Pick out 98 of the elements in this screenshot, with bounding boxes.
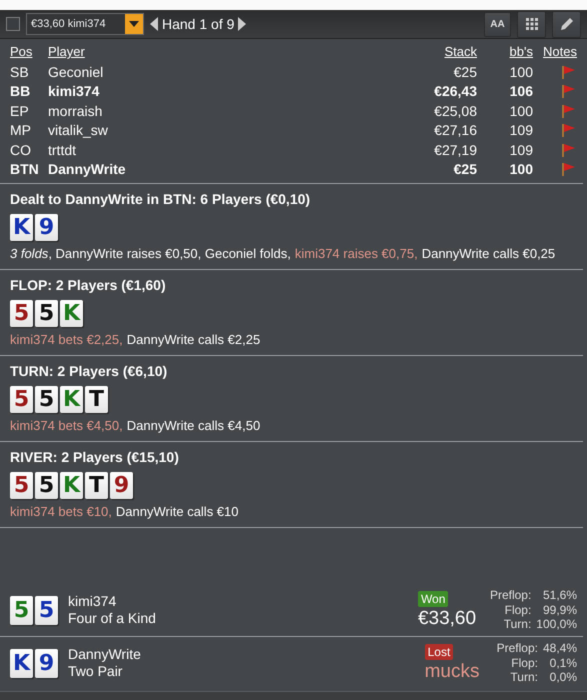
column-header[interactable]: Player [48, 43, 397, 62]
position-cell-text: BTN [10, 160, 40, 178]
playing-card: 5 [35, 472, 58, 498]
action-text: 3 folds, DannyWrite raises €0,50, Geconiel folds, [10, 246, 291, 260]
amount-text: mucks [424, 660, 480, 682]
hand-rank: Four of a Kind [68, 610, 157, 627]
playing-card: 9 [110, 472, 133, 498]
playing-card: 5 [10, 596, 33, 624]
playing-card: 5 [10, 472, 33, 498]
equity-label: Turn: [502, 617, 532, 632]
column-header[interactable]: Stack [397, 43, 477, 62]
player-name: kimi374 [48, 82, 100, 100]
bb-count: 109 [508, 121, 533, 140]
stack-cell-text: €27,16 [433, 121, 477, 140]
result-badge: Won [418, 590, 448, 606]
playing-card: K [10, 214, 33, 240]
equity-label: Flop: [510, 656, 538, 670]
grid-icon[interactable] [526, 18, 538, 30]
player-name: trttdt [48, 140, 78, 159]
player-name: DannyWrite [68, 646, 142, 663]
playing-card: 5 [35, 386, 58, 412]
street-title: TURN: 2 Players (€6,10) [10, 362, 168, 378]
edit-button[interactable] [552, 10, 581, 38]
stack-cell-text: €25,08 [433, 102, 477, 120]
action-text: DannyWrite calls €4,50 [126, 418, 260, 432]
equity-value: 48,4% [542, 641, 577, 656]
player-name: morraish [48, 102, 104, 120]
playing-card: T [85, 386, 108, 412]
equity-label: Flop: [504, 602, 532, 618]
flag-icon[interactable] [561, 104, 575, 118]
action-text: DannyWrite calls €2,25 [126, 332, 260, 346]
playing-card: 5 [35, 300, 58, 326]
playing-card: K [60, 386, 83, 412]
action-text: kimi374 raises €0,75, [294, 246, 418, 260]
playing-card: K [60, 472, 83, 498]
equity-label: Preflop: [496, 641, 538, 656]
dropdown-value: €33,60 kimi374 [30, 17, 107, 32]
street-title: Dealt to DannyWrite in BTN: 6 Players (€0,10) [10, 190, 312, 206]
equity-value: 99,9% [542, 602, 577, 618]
hand-dropdown[interactable]: €33,60 kimi374 [26, 13, 144, 35]
flag-icon[interactable] [561, 64, 575, 79]
action-text: kimi374 bets €4,50, [10, 418, 123, 432]
player-name: DannyWrite [48, 160, 127, 178]
playing-card: 9 [35, 648, 58, 678]
equity-value: 51,6% [542, 588, 577, 603]
street-title: FLOP: 2 Players (€1,60) [10, 276, 167, 292]
bb-count: 100 [508, 62, 533, 81]
equity-value: 0,1% [548, 656, 577, 670]
pencil-icon[interactable] [558, 16, 574, 32]
position-cell-text: EP [10, 102, 30, 120]
bb-count: 100 [508, 160, 533, 178]
equity-label: Preflop: [490, 588, 532, 603]
column-header[interactable]: bb's [477, 43, 533, 62]
flag-icon[interactable] [561, 162, 575, 176]
stack-cell-text: €27,19 [433, 140, 477, 159]
stack-cell-text: €26,43 [433, 82, 477, 100]
checkbox[interactable] [6, 17, 20, 31]
action-text: DannyWrite calls €0,25 [422, 246, 556, 260]
column-header[interactable]: Pos [10, 43, 48, 62]
flag-icon[interactable] [561, 84, 575, 98]
caret-icon[interactable] [129, 21, 139, 27]
position-cell-text: CO [10, 140, 32, 159]
stack-cell-text: €25 [452, 62, 477, 81]
action-text: kimi374 bets €2,25, [10, 332, 123, 346]
column-header[interactable]: Notes [533, 43, 577, 62]
flag-icon[interactable] [561, 142, 575, 157]
font-size-button[interactable]: AA [484, 12, 511, 36]
position-cell-text: BB [10, 82, 32, 100]
bb-count: 106 [508, 82, 533, 100]
next-icon[interactable] [238, 17, 246, 31]
playing-card: 5 [35, 596, 58, 624]
playing-card: K [60, 300, 83, 326]
position-cell-text: MP [10, 121, 32, 140]
stack-cell-text: €25 [452, 160, 477, 178]
equity-label: Turn: [509, 670, 538, 685]
result-badge: Lost [424, 644, 454, 660]
equity-value: 100,0% [536, 617, 577, 632]
flag-icon[interactable] [561, 123, 575, 138]
bb-count: 109 [508, 140, 533, 159]
playing-card: T [85, 472, 108, 498]
bb-count: 100 [508, 102, 533, 120]
equity-value: 0,0% [548, 670, 577, 685]
street-title: RIVER: 2 Players (€15,10) [10, 448, 180, 464]
playing-card: 9 [35, 214, 58, 240]
action-text: kimi374 bets €10, [10, 504, 112, 518]
hand-counter: Hand 1 of 9 [162, 16, 234, 32]
playing-card: K [10, 648, 33, 678]
previous-icon[interactable] [150, 17, 158, 31]
player-name: vitalik_sw [48, 121, 109, 140]
grid-button[interactable] [517, 10, 546, 38]
player-name: kimi374 [68, 593, 118, 610]
playing-card: 5 [10, 300, 33, 326]
player-name: Geconiel [48, 62, 104, 81]
position-cell-text: SB [10, 62, 30, 81]
hand-rank: Two Pair [68, 663, 124, 680]
action-text: DannyWrite calls €10 [116, 504, 238, 518]
amount-text: €33,60 [418, 608, 476, 630]
playing-card: 5 [10, 386, 33, 412]
